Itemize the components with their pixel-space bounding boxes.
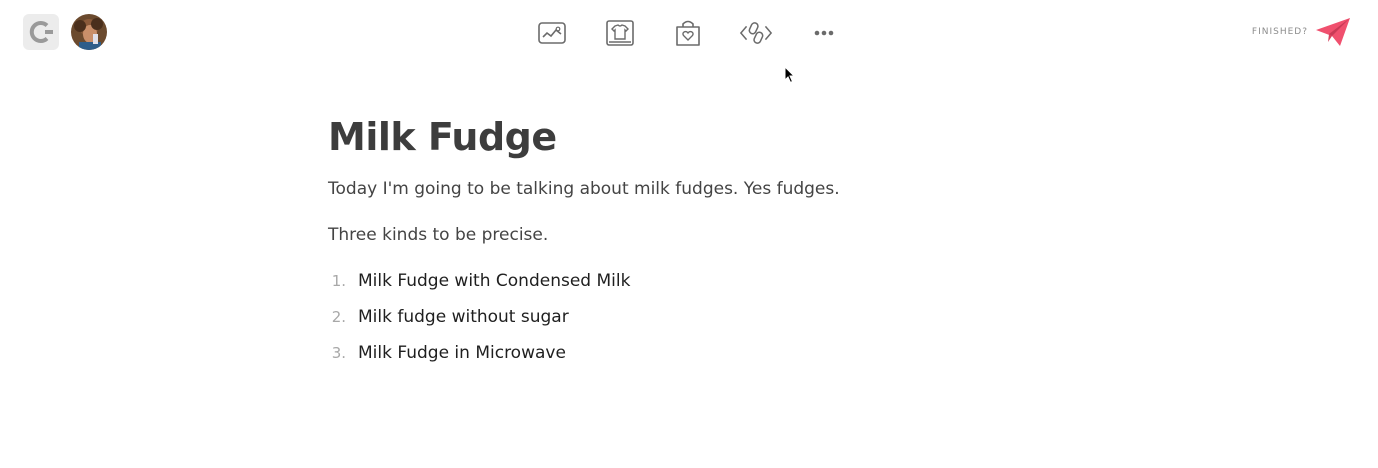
list-number: 2.	[331, 308, 346, 326]
image-icon	[538, 22, 566, 44]
list-number: 3.	[331, 344, 346, 362]
shirt-icon	[606, 20, 634, 46]
insert-image-button[interactable]	[535, 14, 569, 52]
more-dots-icon	[814, 30, 834, 36]
top-toolbar: FINISHED?	[0, 0, 1378, 66]
list-item-text[interactable]: Milk Fudge with Condensed Milk	[358, 271, 630, 291]
document-title[interactable]: Milk Fudge	[328, 112, 1048, 162]
more-options-button[interactable]	[807, 14, 841, 52]
finished-label: FINISHED?	[1251, 27, 1308, 37]
shopping-bag-heart-icon	[676, 20, 700, 46]
insert-link-button[interactable]	[739, 14, 773, 52]
link-code-icon	[739, 22, 773, 44]
insert-product-button[interactable]	[603, 14, 637, 52]
fudge-list: 1. Milk Fudge with Condensed Milk 2. Milk …	[328, 269, 631, 377]
paragraph-intro[interactable]: Today I'm going to be talking about milk…	[328, 177, 840, 201]
list-item[interactable]: 3. Milk Fudge in Microwave	[328, 341, 630, 377]
list-item-text[interactable]: Milk Fudge in Microwave	[358, 343, 566, 363]
mouse-pointer-icon	[784, 65, 796, 88]
list-item[interactable]: 1. Milk Fudge with Condensed Milk	[328, 269, 631, 305]
finished-button[interactable]: FINISHED?	[1252, 14, 1352, 50]
paragraph-kinds[interactable]: Three kinds to be precise.	[328, 223, 548, 247]
list-number: 1.	[331, 272, 346, 290]
list-item[interactable]: 2. Milk fudge without sugar	[328, 305, 630, 341]
insert-shop-button[interactable]	[671, 14, 705, 52]
app-logo-icon[interactable]	[23, 14, 59, 50]
user-avatar[interactable]	[71, 14, 107, 50]
document-editor[interactable]: Milk Fudge Today I'm going to be talking…	[328, 112, 1048, 363]
list-item-text[interactable]: Milk fudge without sugar	[358, 307, 569, 327]
paper-plane-icon	[1316, 18, 1350, 46]
